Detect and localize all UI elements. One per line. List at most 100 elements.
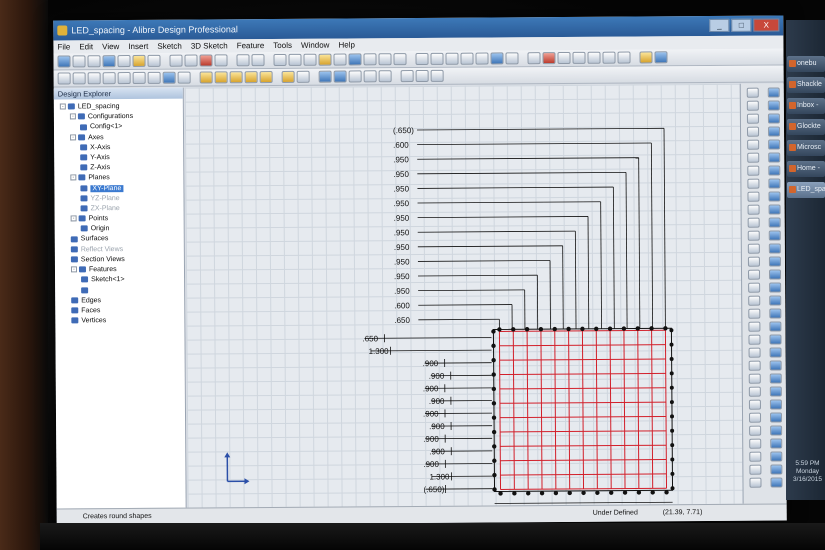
sketch-tool-button[interactable]: [749, 438, 762, 449]
toolbar-button[interactable]: [236, 54, 250, 67]
sketch-tool-button[interactable]: [768, 243, 781, 254]
toolbar-button[interactable]: [460, 52, 474, 65]
toolbar-button[interactable]: [557, 51, 571, 65]
taskbar-item[interactable]: Inbox -: [787, 98, 825, 114]
toolbar-button[interactable]: [393, 53, 407, 66]
toolbar-button[interactable]: [602, 51, 616, 64]
toolbar-button[interactable]: [490, 52, 504, 65]
sketch-tool-button[interactable]: [769, 399, 782, 410]
toolbar-button[interactable]: [654, 51, 668, 64]
sketch-tool-button[interactable]: [769, 347, 782, 358]
toolbar-button[interactable]: [147, 71, 161, 84]
toolbar-button[interactable]: [72, 72, 86, 85]
toolbar-button[interactable]: [251, 54, 265, 67]
sketch-tool-button[interactable]: [768, 152, 781, 163]
menu-help[interactable]: Help: [338, 38, 355, 51]
toolbar-button[interactable]: [229, 71, 243, 84]
sketch-tool-button[interactable]: [747, 139, 760, 150]
sketch-tool-button[interactable]: [770, 464, 783, 475]
sketch-canvas[interactable]: (.650) .600 .950 .950 .950 .950 .950 .950 .950 .9…: [184, 83, 743, 508]
sketch-tool-button[interactable]: [747, 217, 760, 228]
sketch-tool-button[interactable]: [768, 204, 781, 215]
toolbar-button[interactable]: [505, 52, 519, 65]
sketch-tool-button[interactable]: [749, 464, 762, 475]
sketch-tool-button[interactable]: [769, 308, 782, 319]
toolbar-button[interactable]: [177, 71, 191, 84]
sketch-tool-button[interactable]: [768, 217, 781, 228]
toolbar-button[interactable]: [430, 69, 444, 82]
maximize-button[interactable]: □: [731, 18, 752, 32]
taskbar-item[interactable]: Microsc: [787, 140, 825, 156]
toolbar-button[interactable]: [72, 55, 86, 68]
toolbar-button[interactable]: [147, 54, 161, 67]
toolbar-button[interactable]: [162, 71, 176, 84]
toolbar-button[interactable]: [273, 53, 287, 67]
menu-edit[interactable]: Edit: [79, 40, 93, 53]
taskbar-clock[interactable]: 5:59 PM Monday 3/16/2015: [790, 460, 825, 484]
sketch-tool-button[interactable]: [747, 165, 760, 176]
toolbar-button[interactable]: [445, 52, 459, 65]
menu-feature[interactable]: Feature: [237, 39, 265, 52]
toolbar-button[interactable]: [244, 71, 258, 84]
toolbar-button[interactable]: [87, 55, 101, 68]
toolbar-button[interactable]: [303, 53, 317, 66]
toolbar-button[interactable]: [87, 72, 101, 85]
sketch-tool-button[interactable]: [769, 269, 782, 280]
menu-window[interactable]: Window: [301, 39, 330, 52]
toolbar-button[interactable]: [318, 70, 332, 83]
taskbar-item[interactable]: Glockte: [787, 119, 825, 135]
menu-sketch[interactable]: Sketch: [157, 40, 182, 53]
toolbar-button[interactable]: [363, 70, 377, 83]
sketch-tool-button[interactable]: [769, 373, 782, 384]
toolbar-button[interactable]: [363, 53, 377, 66]
sketch-tool-button[interactable]: [747, 243, 760, 254]
sketch-tool-button[interactable]: [749, 451, 762, 462]
toolbar-button[interactable]: [296, 70, 310, 83]
toolbar-button[interactable]: [542, 52, 556, 65]
minimize-button[interactable]: _: [709, 18, 730, 32]
tree-expander-icon[interactable]: -: [70, 266, 78, 273]
tree-expander-icon[interactable]: -: [70, 174, 77, 181]
taskbar-item[interactable]: Home -: [787, 161, 825, 177]
sketch-tool-button[interactable]: [747, 191, 760, 202]
sketch-tool-button[interactable]: [748, 334, 761, 345]
toolbar-button[interactable]: [348, 53, 362, 66]
taskbar-item[interactable]: onebu: [787, 56, 825, 72]
toolbar-button[interactable]: [117, 72, 131, 85]
toolbar-button[interactable]: [378, 53, 392, 66]
sketch-tool-button[interactable]: [748, 360, 761, 371]
toolbar-button[interactable]: [639, 51, 653, 64]
tree-expander-icon[interactable]: -: [59, 103, 66, 110]
toolbar-button[interactable]: [400, 70, 414, 83]
sketch-tool-button[interactable]: [747, 178, 760, 189]
close-button[interactable]: X: [753, 18, 780, 32]
toolbar-button[interactable]: [132, 71, 146, 85]
sketch-tool-button[interactable]: [748, 295, 761, 306]
toolbar-button[interactable]: [102, 55, 116, 68]
sketch-tool-button[interactable]: [769, 321, 782, 332]
sketch-tool-button[interactable]: [748, 269, 761, 280]
sketch-tool-button[interactable]: [767, 100, 780, 111]
toolbar-button[interactable]: [527, 52, 541, 65]
toolbar-button[interactable]: [348, 70, 362, 83]
sketch-tool-button[interactable]: [748, 399, 761, 410]
menu-3d-sketch[interactable]: 3D Sketch: [191, 39, 228, 52]
toolbar-button[interactable]: [415, 52, 429, 66]
tree-expander-icon[interactable]: -: [70, 215, 77, 222]
sketch-tool-button[interactable]: [769, 334, 782, 345]
sketch-tool-button[interactable]: [768, 256, 781, 267]
sketch-tool-button[interactable]: [746, 87, 759, 98]
sketch-tool-button[interactable]: [749, 425, 762, 436]
sketch-tool-button[interactable]: [769, 295, 782, 306]
menu-file[interactable]: File: [57, 40, 70, 53]
sketch-tool-button[interactable]: [768, 126, 781, 137]
sketch-drawing[interactable]: (.650) .600 .950 .950 .950 .950 .950 .950 .950 .9…: [185, 84, 743, 508]
sketch-tool-button[interactable]: [748, 386, 761, 397]
toolbar-button[interactable]: [57, 72, 71, 85]
toolbar-button[interactable]: [214, 54, 228, 67]
sketch-tool-button[interactable]: [770, 425, 783, 436]
toolbar-button[interactable]: [475, 52, 489, 65]
tree-expander-icon[interactable]: -: [70, 134, 77, 141]
sketch-tool-button[interactable]: [749, 412, 762, 423]
sketch-tool-button[interactable]: [747, 126, 760, 137]
